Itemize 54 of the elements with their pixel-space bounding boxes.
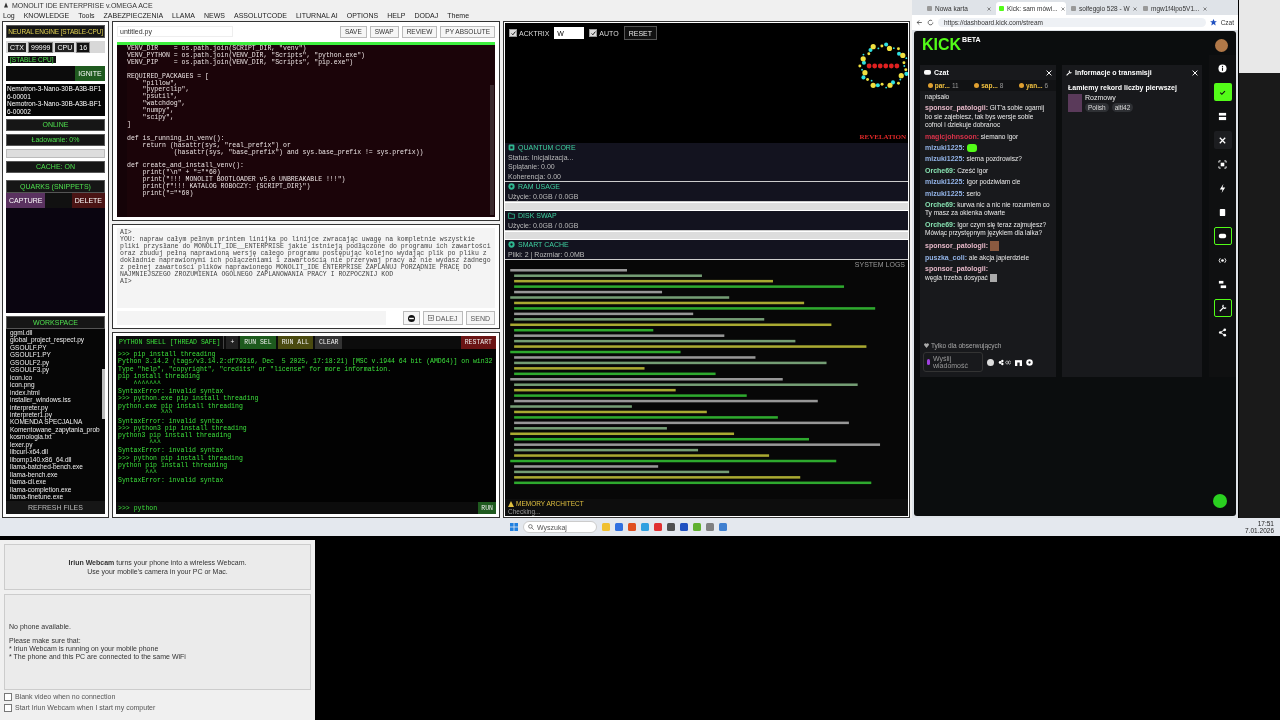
page-icon bbox=[1143, 6, 1148, 11]
heart-icon bbox=[924, 343, 929, 348]
chat-icon bbox=[924, 69, 931, 76]
refresh-icon[interactable] bbox=[927, 19, 934, 26]
info-icon bbox=[1218, 63, 1227, 73]
checkbox[interactable] bbox=[589, 29, 598, 37]
stop-button[interactable] bbox=[402, 311, 420, 325]
search-icon bbox=[528, 524, 534, 530]
page-icon bbox=[1071, 6, 1076, 11]
broadcast-icon bbox=[1218, 255, 1227, 265]
wrench-icon bbox=[1066, 69, 1072, 76]
snippet-name-field[interactable] bbox=[45, 193, 72, 209]
infinity-icon[interactable] bbox=[998, 358, 1011, 366]
stop-icon bbox=[407, 314, 415, 322]
page-icon bbox=[999, 6, 1004, 11]
sidebar-button[interactable] bbox=[1213, 83, 1232, 101]
help-button[interactable] bbox=[1213, 494, 1227, 508]
start-icon[interactable] bbox=[510, 523, 518, 531]
category-thumbnail bbox=[1068, 94, 1082, 112]
checkbox[interactable] bbox=[4, 692, 12, 701]
page-icon bbox=[927, 6, 932, 11]
coin-icon bbox=[1018, 83, 1024, 88]
fullscreen-icon bbox=[1218, 159, 1227, 169]
folder-icon bbox=[508, 212, 515, 220]
sidebar-button[interactable] bbox=[1213, 227, 1232, 245]
sidebar-button[interactable] bbox=[1213, 131, 1232, 149]
emote-icon bbox=[966, 144, 977, 153]
wrench-icon bbox=[1218, 303, 1227, 313]
close-icon bbox=[1218, 135, 1227, 145]
back-icon[interactable] bbox=[916, 19, 923, 26]
star-icon[interactable] bbox=[1209, 19, 1217, 26]
code-editor[interactable] bbox=[117, 45, 495, 217]
model-field[interactable] bbox=[6, 66, 75, 81]
store-icon[interactable] bbox=[1015, 358, 1022, 366]
settings-icon[interactable] bbox=[1026, 358, 1033, 366]
bolt-icon bbox=[1218, 183, 1227, 193]
coin-icon bbox=[927, 83, 933, 88]
coin-icon bbox=[974, 83, 980, 88]
checkbox[interactable] bbox=[509, 29, 517, 37]
note-icon bbox=[1218, 207, 1227, 217]
app-icon bbox=[3, 1, 9, 9]
enter-icon bbox=[427, 315, 434, 321]
warning-icon bbox=[508, 500, 514, 507]
checkbox[interactable] bbox=[4, 703, 12, 712]
layout-icon bbox=[1218, 279, 1227, 289]
emote-image bbox=[989, 240, 999, 251]
share-icon bbox=[1218, 327, 1227, 337]
avatar[interactable] bbox=[1215, 38, 1228, 52]
emote-image bbox=[989, 273, 997, 282]
sidebar-button[interactable] bbox=[1213, 299, 1232, 317]
microphone-icon bbox=[927, 359, 930, 365]
layout-icon bbox=[1218, 111, 1227, 121]
chat-icon bbox=[1218, 231, 1227, 241]
scrollbar bbox=[102, 369, 105, 419]
